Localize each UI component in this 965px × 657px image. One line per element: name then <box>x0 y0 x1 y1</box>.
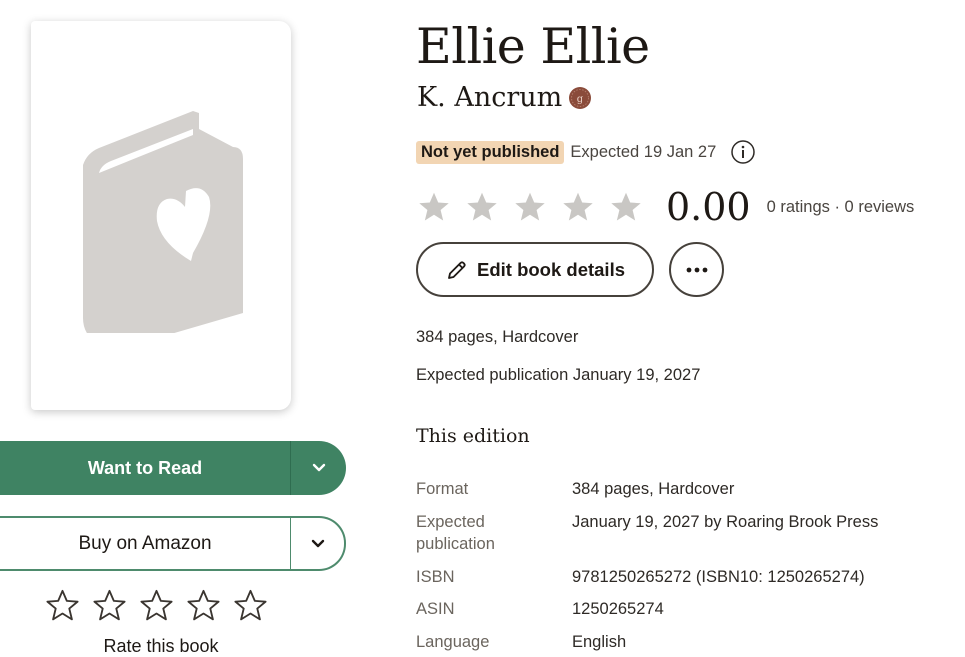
detail-value: January 19, 2027 by Roaring Brook Press <box>572 513 879 531</box>
ratings-reviews-count[interactable]: 0 ratings · 0 reviews <box>767 198 915 217</box>
average-rating-stars <box>416 189 644 225</box>
edition-heading: This edition <box>416 425 530 447</box>
star-outline-icon[interactable] <box>185 587 222 624</box>
want-to-read-button[interactable]: Want to Read <box>0 441 290 495</box>
info-icon[interactable] <box>730 139 756 165</box>
rate-this-book-label: Rate this book <box>103 636 219 656</box>
detail-label: Language <box>416 633 490 651</box>
buy-on-amazon-button[interactable]: Buy on Amazon <box>0 518 290 569</box>
chevron-down-icon <box>312 463 325 472</box>
detail-row: Expected publication January 19, 2027 by… <box>416 511 956 566</box>
goodreads-author-icon: g <box>569 86 592 109</box>
edit-book-details-label: Edit book details <box>476 258 626 280</box>
book-heart-icon <box>83 111 243 333</box>
star-outline-icon[interactable] <box>91 587 128 624</box>
detail-row: Format 384 pages, Hardcover <box>416 478 956 511</box>
star-filled-icon <box>563 192 593 221</box>
star-filled-icon <box>419 192 449 221</box>
detail-label: ASIN <box>416 600 455 618</box>
author-link[interactable]: K. Ancrum <box>417 82 562 113</box>
detail-row: ISBN 9781250265272 (ISBN10: 1250265274) <box>416 566 956 598</box>
publication-info: Expected publication January 19, 2027 <box>416 366 701 384</box>
detail-value: 384 pages, Hardcover <box>572 480 735 498</box>
detail-label: ISBN <box>416 568 455 586</box>
detail-row: Language English <box>416 631 956 653</box>
svg-text:g: g <box>577 94 584 105</box>
buy-button-group: Buy on Amazon <box>0 516 346 571</box>
pages-format: 384 pages, Hardcover <box>416 328 579 346</box>
status-badge: Not yet published <box>416 140 565 164</box>
star-outline-icon[interactable] <box>138 587 175 624</box>
edit-book-details-button[interactable]: Edit book details <box>416 242 654 297</box>
book-cover-placeholder <box>31 21 291 410</box>
detail-row: ASIN 1250265274 <box>416 598 956 631</box>
chevron-down-icon <box>311 539 324 547</box>
detail-value: English <box>572 633 627 651</box>
more-icon <box>686 267 707 272</box>
rating-summary: 0.00 0 ratings · 0 reviews <box>416 185 914 229</box>
average-rating: 0.00 <box>666 185 751 229</box>
shelf-dropdown-button[interactable] <box>291 441 346 495</box>
publication-status-row: Not yet published Expected 19 Jan 27 <box>416 139 756 165</box>
star-filled-icon <box>611 192 641 221</box>
detail-value: 1250265274 <box>572 600 664 618</box>
rate-stars <box>44 587 269 624</box>
star-filled-icon <box>515 192 545 221</box>
star-filled-icon <box>467 192 497 221</box>
pencil-icon <box>448 260 466 279</box>
more-actions-button[interactable] <box>669 242 724 297</box>
expected-date: Expected 19 Jan 27 <box>570 142 717 161</box>
edition-details: Format 384 pages, Hardcover Expected pub… <box>416 478 956 653</box>
detail-value: 9781250265272 (ISBN10: 1250265274) <box>572 568 865 586</box>
book-title: Ellie Ellie <box>416 18 650 75</box>
star-outline-icon[interactable] <box>44 587 81 624</box>
star-outline-icon[interactable] <box>232 587 269 624</box>
want-to-read-button-group: Want to Read <box>0 441 346 495</box>
author-row: K. Ancrum g <box>417 82 592 113</box>
buy-options-dropdown-button[interactable] <box>291 518 344 569</box>
detail-label: Expected publication <box>416 513 495 553</box>
detail-label: Format <box>416 480 469 498</box>
